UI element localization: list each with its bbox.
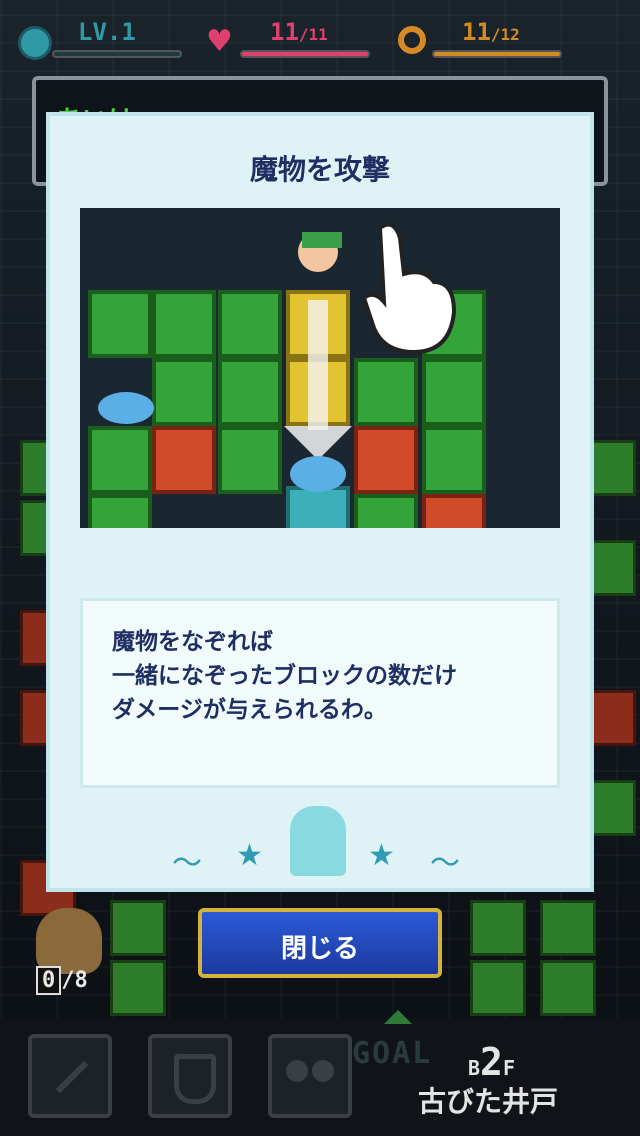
level-icon: [18, 26, 52, 60]
wave-icon: 〜: [430, 846, 460, 881]
level-text: LV.1: [78, 18, 136, 46]
bg-block: [540, 900, 596, 956]
star-icon: ★: [368, 838, 395, 873]
star-icon: ★: [236, 838, 263, 873]
bag-count: 0/8: [36, 966, 88, 995]
hp-bar: [240, 50, 370, 58]
bg-block: [110, 960, 166, 1016]
bg-block: [470, 900, 526, 956]
goal-label: GOAL: [352, 1036, 433, 1071]
hp-value: 11/11: [270, 18, 328, 46]
stamina-gear-icon: [398, 26, 426, 54]
description-line-1: 魔物をなぞれば: [112, 629, 273, 655]
shield-slot[interactable]: [148, 1034, 232, 1118]
sword-slot[interactable]: [28, 1034, 112, 1118]
companion-icon: [286, 1060, 308, 1082]
shield-icon: [174, 1054, 216, 1104]
close-button-label[interactable]: 閉じる: [198, 928, 442, 965]
item-bag-icon[interactable]: [36, 908, 102, 974]
level-bar: [52, 50, 182, 58]
tutorial-illustration: [80, 208, 560, 528]
description-line-3: ダメージが与えられるわ。: [112, 697, 387, 723]
wave-icon: 〜: [172, 846, 202, 881]
description-line-2: 一緒になぞったブロックの数だけ: [112, 663, 457, 689]
dialog-title: 魔物を攻撃: [249, 153, 390, 186]
bg-block: [110, 900, 166, 956]
stamina-value: 11/12: [462, 18, 520, 46]
companion-icon: [312, 1060, 334, 1082]
illustration-graphic: [80, 208, 560, 528]
heart-icon: ♥: [206, 24, 233, 59]
sword-icon: [55, 1060, 89, 1094]
floor-indicator: B2F: [468, 1040, 515, 1084]
bg-block: [470, 960, 526, 1016]
goal-arrow-icon: [384, 1010, 412, 1024]
stamina-bar: [432, 50, 562, 58]
bg-block: [540, 960, 596, 1016]
companion-slot[interactable]: [268, 1034, 352, 1118]
fairy-guide-icon: [290, 806, 346, 876]
location-name: 古びた井戸: [418, 1085, 559, 1118]
